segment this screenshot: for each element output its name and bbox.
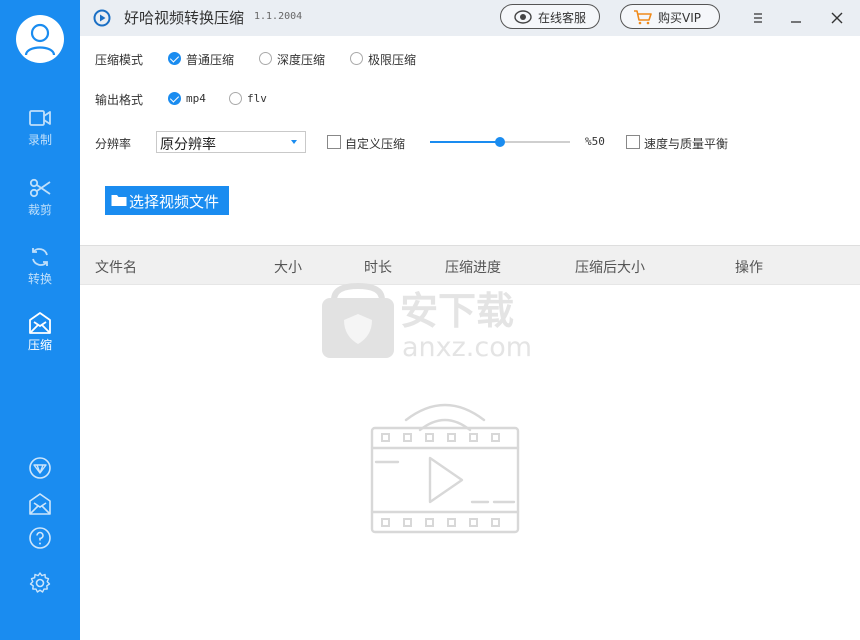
format-flv-radio[interactable]	[229, 92, 242, 105]
select-video-file-label: 选择视频文件	[129, 193, 220, 211]
watermark-title: 安下载	[400, 289, 514, 333]
user-avatar[interactable]	[16, 15, 64, 63]
app-window: 录制 裁剪 转换 压缩 好哈视频转换压缩 1.1.2004 在线客服 购买VIP…	[0, 0, 860, 640]
chevron-down-icon	[291, 140, 297, 144]
slider-thumb[interactable]	[495, 137, 505, 147]
sidebar-item-label: 转换	[27, 272, 52, 286]
menu-icon[interactable]	[746, 6, 770, 30]
format-flv-label[interactable]: flv	[247, 92, 267, 105]
folder-icon	[111, 195, 127, 206]
buy-vip-button[interactable]: 购买VIP	[620, 4, 720, 29]
column-header-filename: 文件名	[95, 260, 137, 276]
sidebar-item-label: 裁剪	[27, 203, 52, 217]
column-header-size: 大小	[274, 260, 302, 276]
column-header-duration: 时长	[364, 260, 392, 276]
column-header-actions: 操作	[735, 260, 763, 276]
format-mp4-label[interactable]: mp4	[186, 92, 206, 105]
sidebar: 录制 裁剪 转换 压缩	[0, 0, 80, 640]
online-support-label: 在线客服	[538, 11, 587, 25]
empty-video-illustration	[370, 403, 520, 534]
shopping-cart-icon	[634, 10, 652, 25]
custom-compress-label[interactable]: 自定义压缩	[345, 135, 405, 152]
app-logo-icon	[93, 9, 111, 27]
column-header-progress: 压缩进度	[445, 260, 501, 276]
resolution-label: 分辨率	[95, 137, 132, 151]
sidebar-item-convert[interactable]: 转换	[0, 245, 80, 301]
app-version: 1.1.2004	[254, 11, 303, 22]
column-header-compressed-size: 压缩后大小	[575, 260, 645, 276]
custom-compress-checkbox[interactable]	[327, 135, 341, 149]
mode-extreme-label[interactable]: 极限压缩	[368, 51, 416, 68]
sync-icon	[32, 248, 48, 266]
scissors-icon	[29, 178, 51, 198]
mode-normal-label[interactable]: 普通压缩	[186, 51, 234, 68]
compress-mode-label: 压缩模式	[95, 53, 144, 67]
mode-deep-radio[interactable]	[259, 52, 272, 65]
sidebar-item-compress[interactable]: 压缩	[0, 311, 80, 367]
watermark-domain: anxz.com	[402, 332, 532, 362]
select-video-file-button[interactable]: 选择视频文件	[105, 186, 229, 215]
headset-icon	[514, 10, 532, 24]
sidebar-item-record[interactable]: 录制	[0, 106, 80, 162]
output-format-label: 输出格式	[95, 93, 144, 107]
sidebar-item-label: 压缩	[27, 338, 52, 352]
resolution-value: 原分辨率	[160, 137, 216, 153]
buy-vip-label: 购买VIP	[658, 11, 701, 25]
online-support-button[interactable]: 在线客服	[500, 4, 600, 29]
vip-diamond-icon[interactable]	[28, 456, 52, 480]
compress-ratio-slider[interactable]	[430, 137, 570, 147]
format-mp4-radio[interactable]	[168, 92, 181, 105]
mode-extreme-radio[interactable]	[350, 52, 363, 65]
sidebar-item-label: 录制	[27, 133, 52, 147]
mail-icon[interactable]	[28, 492, 52, 516]
envelope-compress-icon	[29, 312, 51, 334]
slider-fill	[430, 141, 500, 143]
speed-quality-balance-label[interactable]: 速度与质量平衡	[644, 135, 728, 152]
help-icon[interactable]	[28, 526, 52, 550]
user-icon	[24, 23, 56, 56]
sidebar-item-trim[interactable]: 裁剪	[0, 176, 80, 232]
speed-quality-balance-checkbox[interactable]	[626, 135, 640, 149]
resolution-select[interactable]: 原分辨率	[156, 131, 306, 153]
anxz-watermark: 安下载 anxz.com	[322, 282, 532, 362]
title-bar: 好哈视频转换压缩 1.1.2004 在线客服 购买VIP	[80, 0, 860, 36]
close-icon[interactable]	[825, 6, 849, 30]
mode-deep-label[interactable]: 深度压缩	[277, 51, 325, 68]
minimize-icon[interactable]	[784, 6, 808, 30]
settings-icon[interactable]	[28, 571, 52, 595]
mode-normal-radio[interactable]	[168, 52, 181, 65]
app-title: 好哈视频转换压缩	[124, 9, 245, 27]
video-camera-icon	[29, 110, 51, 126]
compress-ratio-value: %50	[585, 135, 605, 148]
